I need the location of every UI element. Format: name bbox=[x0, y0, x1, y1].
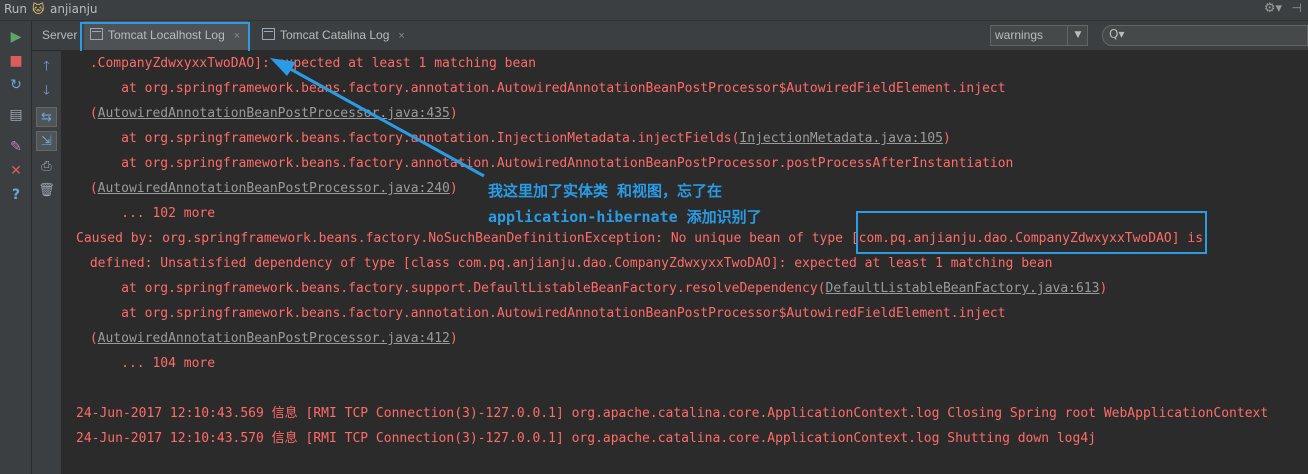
app-name: anjianju bbox=[50, 2, 98, 16]
console-line: (AutowiredAnnotationBeanPostProcessor.ja… bbox=[82, 181, 458, 196]
tab-catalina-label: Tomcat Catalina Log bbox=[280, 28, 390, 42]
console-line: ... 102 more bbox=[82, 206, 216, 221]
console-line: at org.springframework.beans.factory.ann… bbox=[82, 81, 1006, 96]
close-icon[interactable]: ✕ bbox=[6, 161, 26, 181]
run-toolbar: ▶ ■ ↻ ▤ ✎ ✕ ? bbox=[0, 21, 32, 474]
console-line: .CompanyZdwxyxxTwoDAO]: expected at leas… bbox=[82, 56, 536, 71]
console-line: (AutowiredAnnotationBeanPostProcessor.ja… bbox=[82, 106, 458, 121]
console-toolbar: 🡑 🡓 ⇆ ⇲ ⎙ 🗑 bbox=[32, 51, 62, 474]
run-titlebar: Run 🐱 anjianju ⚙▾ ⊣ bbox=[0, 0, 1308, 21]
source-link[interactable]: AutowiredAnnotationBeanPostProcessor.jav… bbox=[98, 331, 450, 346]
tomcat-icon: 🐱 bbox=[32, 2, 45, 16]
close-tab-icon[interactable]: × bbox=[398, 30, 404, 42]
restart-icon[interactable]: ↻ bbox=[6, 75, 26, 95]
console-line: 24-Jun-2017 12:10:43.570 信息 [RMI TCP Con… bbox=[76, 431, 1096, 446]
highlight-box-tab bbox=[80, 22, 250, 53]
highlight-box-dao-class bbox=[856, 211, 1207, 254]
pin-icon[interactable]: ✎ bbox=[6, 137, 26, 157]
console-line: defined: Unsatisfied dependency of type … bbox=[82, 256, 1053, 271]
layout-icon[interactable]: ▤ bbox=[6, 105, 26, 125]
console-line: at org.springframework.beans.factory.ann… bbox=[82, 306, 1006, 321]
log-file-icon bbox=[262, 28, 275, 40]
clear-icon[interactable]: 🗑 bbox=[36, 181, 57, 201]
annotation-text-line-2: application-hibernate 添加识别了 bbox=[488, 208, 762, 226]
source-link[interactable]: AutowiredAnnotationBeanPostProcessor.jav… bbox=[98, 181, 450, 196]
console-line: 24-Jun-2017 12:10:43.569 信息 [RMI TCP Con… bbox=[76, 406, 1269, 421]
console-line: at org.springframework.beans.factory.sup… bbox=[82, 281, 1108, 296]
tab-server-label: Server bbox=[42, 28, 78, 42]
console-line: at org.springframework.beans.factory.ann… bbox=[82, 131, 951, 146]
console-line: (AutowiredAnnotationBeanPostProcessor.ja… bbox=[82, 331, 458, 346]
console-line: ... 104 more bbox=[82, 356, 216, 371]
run-label: Run bbox=[4, 2, 28, 16]
annotation-text-line-1: 我这里加了实体类 和视图，忘了在 bbox=[488, 182, 723, 200]
chevron-down-icon[interactable]: ▼ bbox=[1067, 26, 1088, 45]
gear-icon[interactable]: ⚙▾ bbox=[1264, 1, 1282, 16]
scroll-down-icon[interactable]: 🡓 bbox=[36, 81, 57, 101]
source-link[interactable]: DefaultListableBeanFactory.java:613 bbox=[826, 281, 1100, 296]
scroll-to-end-icon[interactable]: ⇲ bbox=[36, 131, 57, 151]
soft-wrap-icon[interactable]: ⇆ bbox=[36, 107, 57, 127]
search-input[interactable]: Q▾ bbox=[1102, 25, 1308, 46]
help-icon[interactable]: ? bbox=[6, 185, 26, 205]
search-icon: Q▾ bbox=[1109, 27, 1125, 41]
print-icon[interactable]: ⎙ bbox=[36, 157, 57, 177]
log-level-value: warnings bbox=[995, 28, 1044, 42]
scroll-up-icon[interactable]: 🡑 bbox=[36, 57, 57, 77]
source-link[interactable]: AutowiredAnnotationBeanPostProcessor.jav… bbox=[98, 106, 450, 121]
rerun-icon[interactable]: ▶ bbox=[6, 27, 26, 47]
source-link[interactable]: InjectionMetadata.java:105 bbox=[739, 131, 943, 146]
console-output[interactable]: .CompanyZdwxyxxTwoDAO]: expected at leas… bbox=[62, 51, 1308, 474]
tab-server[interactable]: Server bbox=[42, 21, 77, 50]
tab-tomcat-catalina-log[interactable]: Tomcat Catalina Log × bbox=[256, 21, 411, 50]
log-level-select[interactable]: warnings ▼ bbox=[990, 25, 1088, 46]
stop-icon[interactable]: ■ bbox=[6, 51, 26, 71]
hide-panel-icon[interactable]: ⊣ bbox=[1292, 1, 1302, 15]
console-line: at org.springframework.beans.factory.ann… bbox=[82, 156, 1014, 171]
